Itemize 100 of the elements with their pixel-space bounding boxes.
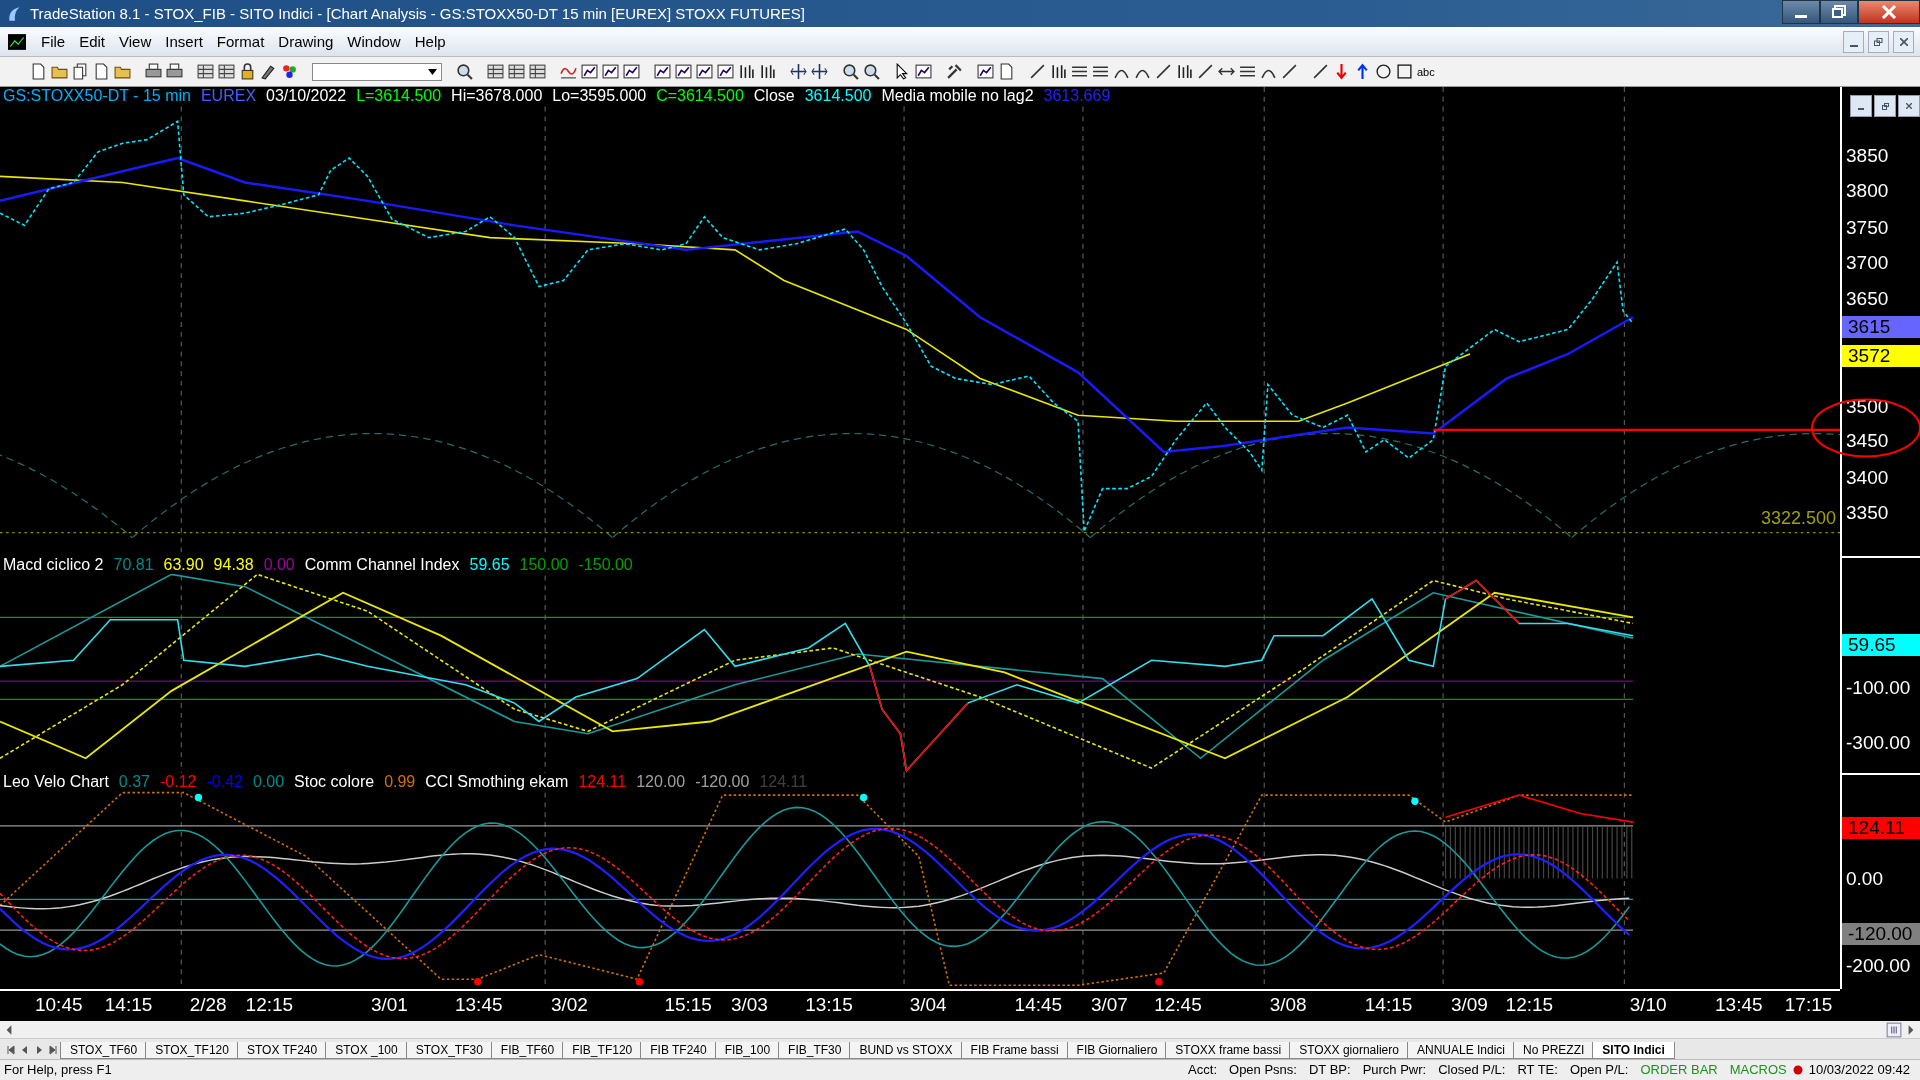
restore-button[interactable] — [1868, 30, 1889, 53]
chart-icon[interactable] — [675, 63, 692, 80]
sheet-tab[interactable]: FIB Frame bassi — [960, 1041, 1069, 1059]
axis-label: 3650 — [1846, 287, 1889, 310]
legend-text: 124.11 — [759, 773, 808, 791]
minimize-button[interactable] — [1782, 0, 1820, 24]
chart-icon[interactable] — [977, 63, 994, 80]
chart-icon[interactable] — [602, 63, 619, 80]
next-icon[interactable] — [34, 1044, 44, 1055]
bars-icon[interactable] — [1176, 63, 1193, 80]
menu-item[interactable]: File — [34, 33, 73, 51]
chart-icon[interactable] — [915, 63, 932, 80]
zoom-icon[interactable] — [842, 63, 859, 80]
minimize-button[interactable] — [1843, 30, 1864, 53]
page-icon[interactable] — [30, 63, 47, 80]
right-arrow-icon[interactable] — [1906, 1023, 1916, 1036]
zoom-icon[interactable] — [456, 63, 473, 80]
sheet-tab[interactable]: FIB Giornaliero — [1066, 1041, 1168, 1059]
menu-item[interactable]: Edit — [72, 33, 113, 51]
sheet-tab[interactable]: FIB_TF120 — [562, 1041, 643, 1059]
sheet-tab[interactable]: FIB_100 — [714, 1041, 781, 1059]
minimize-icon — [1858, 108, 1864, 110]
bars-icon[interactable] — [738, 63, 755, 80]
pages-icon[interactable] — [72, 63, 89, 80]
legend-text: -0.12 — [160, 773, 197, 791]
sheet-tab[interactable]: BUND vs STOXX — [849, 1041, 963, 1059]
macros-link[interactable]: MACROS — [1723, 1062, 1793, 1078]
time-label: 15:15 — [663, 994, 713, 1016]
order-bar-link[interactable]: ORDER BAR — [1634, 1062, 1724, 1078]
price-marker: 3572 — [1842, 345, 1920, 368]
dots-icon[interactable] — [281, 63, 298, 80]
chart-icon[interactable] — [654, 63, 671, 80]
symbol-dropdown[interactable] — [312, 62, 442, 81]
chart-icon[interactable] — [696, 63, 713, 80]
menu-item[interactable]: Format — [209, 33, 272, 51]
chart-icon[interactable] — [581, 63, 598, 80]
legend-text: -120.00 — [695, 773, 750, 791]
last-icon[interactable] — [48, 1044, 58, 1055]
restore-button[interactable] — [1874, 95, 1896, 117]
printer-icon[interactable] — [145, 63, 162, 80]
lock-icon[interactable] — [239, 63, 256, 80]
close-button[interactable] — [1898, 95, 1920, 117]
zoom-icon[interactable] — [863, 63, 880, 80]
restore-icon — [1881, 102, 1889, 110]
page-icon[interactable] — [93, 63, 110, 80]
close-button[interactable] — [1858, 0, 1920, 24]
bars-icon[interactable] — [1050, 63, 1067, 80]
line-icon[interactable] — [1029, 63, 1046, 80]
sheet-tab[interactable]: No PREZZI — [1513, 1041, 1595, 1059]
printer-icon[interactable] — [166, 63, 183, 80]
page-icon[interactable] — [998, 63, 1015, 80]
menu-item[interactable]: Drawing — [271, 33, 341, 51]
line-icon[interactable] — [1281, 63, 1298, 80]
sheet-tab[interactable]: SITO Indici — [1592, 1041, 1675, 1059]
menu-item[interactable]: Insert — [158, 33, 210, 51]
close-button[interactable] — [1893, 30, 1914, 53]
sheet-tab[interactable]: FIB TF240 — [640, 1041, 717, 1059]
line-icon[interactable] — [1155, 63, 1172, 80]
chart-icon[interactable] — [623, 63, 640, 80]
text-tool[interactable]: abc — [1417, 65, 1435, 78]
sheet-tab[interactable]: STOX_TF60 — [60, 1041, 148, 1059]
line-icon[interactable] — [1197, 63, 1214, 80]
bars-icon[interactable] — [759, 63, 776, 80]
circle-icon[interactable] — [1375, 63, 1392, 80]
sheet-tab[interactable]: FIB_TF30 — [778, 1041, 852, 1059]
restore-button[interactable] — [1820, 0, 1858, 24]
sheet-tab[interactable]: FIB_TF60 — [490, 1041, 565, 1059]
pointer-icon[interactable] — [894, 63, 911, 80]
brush-icon[interactable] — [260, 63, 277, 80]
cross-icon[interactable] — [811, 63, 828, 80]
menu-item[interactable]: Window — [340, 33, 408, 51]
grid-icon[interactable] — [529, 63, 546, 80]
sheet-tab[interactable]: STOXX giornaliero — [1289, 1041, 1409, 1059]
square-icon[interactable] — [1396, 63, 1413, 80]
previous-icon[interactable] — [20, 1044, 30, 1055]
sheet-tab[interactable]: ANNUALE Indici — [1406, 1041, 1515, 1059]
cross-icon[interactable] — [790, 63, 807, 80]
first-icon[interactable] — [6, 1044, 16, 1055]
grid-icon[interactable] — [197, 63, 214, 80]
axis-label: -100.00 — [1846, 676, 1911, 699]
menu-item[interactable]: View — [112, 33, 159, 51]
grid-icon[interactable] — [508, 63, 525, 80]
chart-icon[interactable] — [717, 63, 734, 80]
sheet-tab[interactable]: STOX _100 — [325, 1041, 408, 1059]
line-icon[interactable] — [1312, 63, 1329, 80]
legend-text: -150.00 — [578, 556, 633, 574]
chart-icon[interactable] — [8, 33, 26, 50]
minimize-button[interactable] — [1850, 95, 1872, 117]
sheet-tab[interactable]: STOXX frame bassi — [1165, 1041, 1292, 1059]
grid-icon[interactable] — [487, 63, 504, 80]
sheet-tab[interactable]: STOX_TF30 — [405, 1041, 493, 1059]
left-arrow-icon[interactable] — [4, 1023, 14, 1036]
close-icon — [1899, 37, 1908, 46]
sheet-tab[interactable]: STOX TF240 — [236, 1041, 328, 1059]
scroll-thumb-icon[interactable] — [1886, 1021, 1902, 1038]
menu-item[interactable]: Help — [407, 33, 453, 51]
horizontal-scrollbar[interactable] — [0, 1021, 1920, 1040]
sheet-tab[interactable]: STOX_TF120 — [145, 1041, 239, 1059]
grid-icon[interactable] — [218, 63, 235, 80]
wrench-icon[interactable] — [946, 63, 963, 80]
